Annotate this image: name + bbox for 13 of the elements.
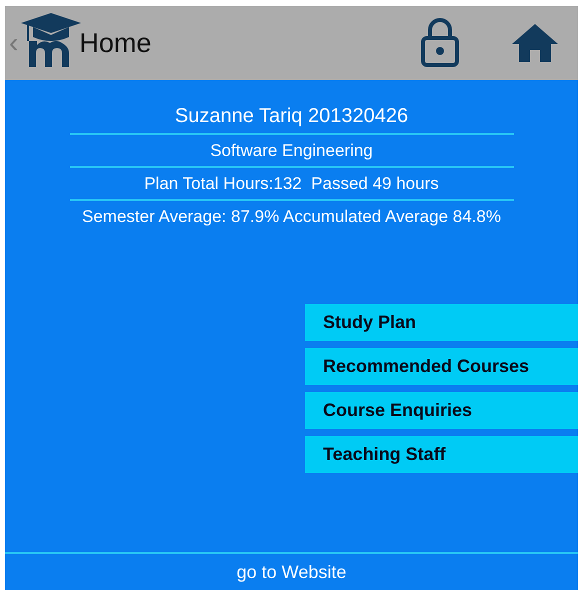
graduation-cap-logo-icon [19, 11, 84, 67]
hours-summary: Plan Total Hours:132 Passed 49 hours [144, 173, 439, 195]
menu-button[interactable]: Study Plan [305, 304, 578, 341]
program-name: Software Engineering [210, 140, 373, 162]
home-icon[interactable] [510, 22, 560, 64]
menu-button[interactable]: Course Enquiries [305, 392, 578, 429]
page-title: Home [79, 28, 152, 58]
menu-button[interactable]: Recommended Courses [305, 348, 578, 385]
student-name: Suzanne Tariq 201320426 [174, 104, 408, 129]
average-summary: Semester Average: 87.9% Accumulated Average 84.8% [82, 206, 501, 228]
menu-button[interactable]: Teaching Staff [305, 436, 578, 473]
website-link[interactable]: go to Website [236, 562, 346, 582]
lock-icon[interactable] [420, 18, 460, 68]
